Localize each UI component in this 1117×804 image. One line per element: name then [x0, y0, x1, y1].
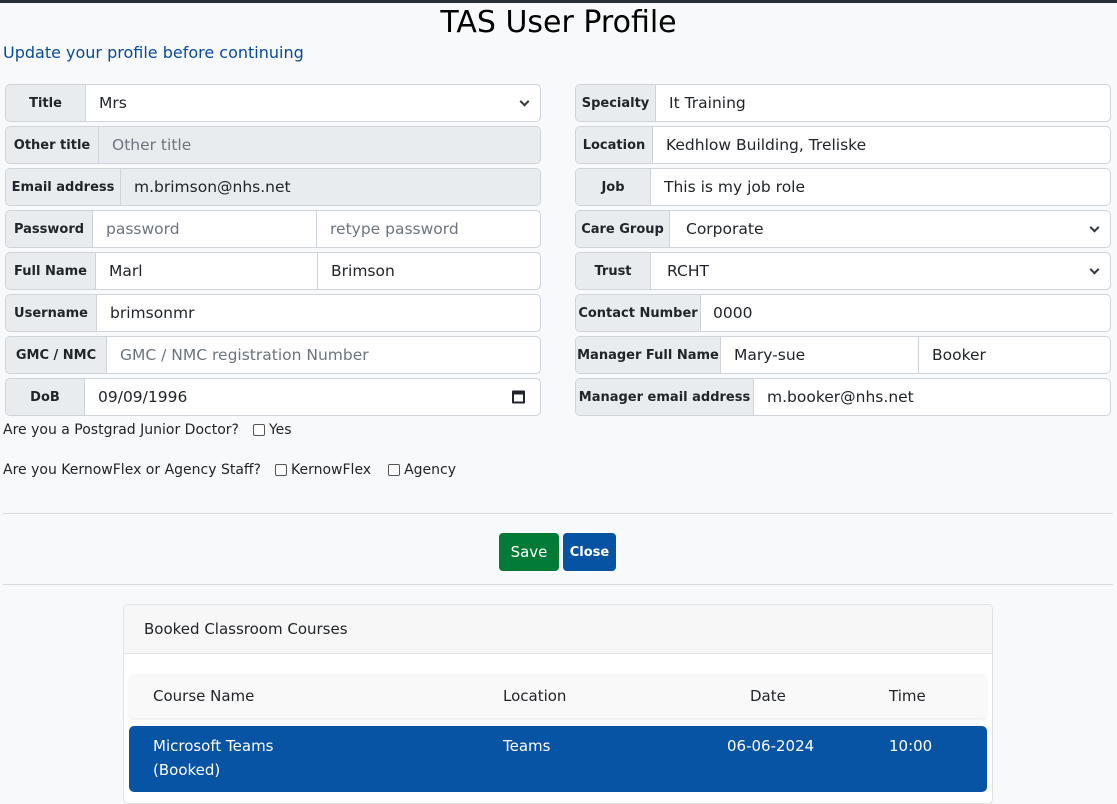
- other-title-label: Other title: [6, 127, 99, 163]
- retype-password-input[interactable]: retype password: [316, 211, 540, 247]
- full-name-group: Full Name Marl Brimson: [5, 252, 541, 290]
- agency-checkbox[interactable]: [388, 464, 401, 476]
- profile-form-left: Title Mrs Other title Other title Email …: [5, 84, 541, 420]
- staff-type-question-text: Are you KernowFlex or Agency Staff?: [3, 462, 261, 478]
- junior-doctor-yes-checkbox[interactable]: [252, 424, 265, 436]
- dob-label: DoB: [6, 379, 85, 415]
- junior-doctor-question-text: Are you a Postgrad Junior Doctor?: [3, 422, 239, 438]
- dob-input[interactable]: 09/09/1996: [85, 379, 540, 415]
- trust-select[interactable]: RCHT: [651, 253, 1110, 289]
- specialty-input[interactable]: It Training: [656, 85, 1110, 121]
- last-name-input[interactable]: Brimson: [317, 253, 540, 289]
- manager-first-name-input[interactable]: Mary-sue: [721, 337, 918, 373]
- full-name-label: Full Name: [6, 253, 96, 289]
- password-group: Password password retype password: [5, 210, 541, 248]
- page-title: TAS User Profile: [440, 5, 677, 40]
- title-group: Title Mrs: [5, 84, 541, 122]
- column-date: Date: [750, 687, 786, 705]
- other-title-input[interactable]: Other title: [99, 127, 540, 163]
- calendar-icon[interactable]: [512, 390, 525, 404]
- location-group: Location Kedhlow Building, Treliske: [575, 126, 1111, 164]
- job-input[interactable]: This is my job role: [651, 169, 1110, 205]
- chevron-down-icon: [1089, 222, 1100, 233]
- trust-label: Trust: [576, 253, 651, 289]
- agency-label: Agency: [404, 462, 457, 478]
- profile-form-right: Specialty It Training Location Kedhlow B…: [575, 84, 1111, 420]
- junior-doctor-yes-option[interactable]: Yes: [252, 422, 292, 438]
- agency-option[interactable]: Agency: [388, 462, 456, 478]
- course-location: Teams: [503, 737, 551, 755]
- divider-top: [3, 513, 1113, 514]
- course-date: 06-06-2024: [727, 737, 815, 755]
- staff-type-question: Are you KernowFlex or Agency Staff? Kern…: [3, 462, 456, 478]
- column-course-name: Course Name: [153, 687, 255, 705]
- username-label: Username: [6, 295, 97, 331]
- kernowflex-option[interactable]: KernowFlex: [275, 462, 371, 478]
- location-input[interactable]: Kedhlow Building, Treliske: [653, 127, 1110, 163]
- specialty-label: Specialty: [576, 85, 656, 121]
- trust-value: RCHT: [667, 262, 709, 280]
- trust-group: Trust RCHT: [575, 252, 1111, 290]
- title-value: Mrs: [99, 94, 127, 112]
- care-group-label: Care Group: [576, 211, 670, 247]
- manager-email-input[interactable]: m.booker@nhs.net: [754, 379, 1110, 415]
- job-group: Job This is my job role: [575, 168, 1111, 206]
- junior-doctor-question: Are you a Postgrad Junior Doctor? Yes: [3, 422, 292, 438]
- manager-name-label: Manager Full Name: [576, 337, 721, 373]
- manager-name-group: Manager Full Name Mary-sue Booker: [575, 336, 1111, 374]
- care-group-value: Corporate: [686, 220, 764, 238]
- chevron-down-icon: [1089, 264, 1100, 275]
- manager-last-name-input[interactable]: Booker: [918, 337, 1110, 373]
- form-actions: Save Close: [499, 533, 616, 571]
- password-input[interactable]: password: [93, 211, 316, 247]
- dob-value: 09/09/1996: [98, 388, 188, 406]
- password-label: Password: [6, 211, 93, 247]
- page-subtitle: Update your profile before continuing: [3, 43, 304, 62]
- course-name-cell: Microsoft Teams (Booked): [153, 734, 274, 782]
- care-group-select[interactable]: Corporate: [670, 211, 1110, 247]
- manager-email-group: Manager email address m.booker@nhs.net: [575, 378, 1111, 416]
- course-status: (Booked): [153, 761, 221, 779]
- contact-group: Contact Number 0000: [575, 294, 1111, 332]
- divider-bottom: [3, 584, 1113, 585]
- gmc-label: GMC / NMC: [6, 337, 107, 373]
- username-group: Username brimsonmr: [5, 294, 541, 332]
- manager-email-label: Manager email address: [576, 379, 754, 415]
- close-button[interactable]: Close: [563, 533, 616, 571]
- save-button[interactable]: Save: [499, 533, 559, 571]
- specialty-group: Specialty It Training: [575, 84, 1111, 122]
- course-time: 10:00: [889, 737, 933, 755]
- username-input[interactable]: brimsonmr: [97, 295, 540, 331]
- table-row[interactable]: Microsoft Teams (Booked) Teams 06-06-202…: [129, 726, 987, 792]
- care-group-group: Care Group Corporate: [575, 210, 1111, 248]
- dob-group: DoB 09/09/1996: [5, 378, 541, 416]
- junior-doctor-yes-label: Yes: [268, 422, 292, 438]
- contact-input[interactable]: 0000: [701, 295, 1110, 331]
- email-label: Email address: [6, 169, 121, 205]
- title-label: Title: [6, 85, 86, 121]
- column-location: Location: [503, 687, 567, 705]
- booked-courses-title: Booked Classroom Courses: [124, 605, 992, 654]
- courses-table-header: Course Name Location Date Time: [129, 674, 987, 718]
- email-group: Email address m.brimson@nhs.net: [5, 168, 541, 206]
- other-title-group: Other title Other title: [5, 126, 541, 164]
- location-label: Location: [576, 127, 653, 163]
- kernowflex-label: KernowFlex: [291, 462, 372, 478]
- gmc-group: GMC / NMC GMC / NMC registration Number: [5, 336, 541, 374]
- kernowflex-checkbox[interactable]: [275, 464, 287, 476]
- job-label: Job: [576, 169, 651, 205]
- chevron-down-icon: [519, 96, 530, 107]
- email-input[interactable]: m.brimson@nhs.net: [121, 169, 540, 205]
- course-name: Microsoft Teams: [153, 737, 274, 755]
- first-name-input[interactable]: Marl: [96, 253, 317, 289]
- gmc-input[interactable]: GMC / NMC registration Number: [107, 337, 540, 373]
- column-time: Time: [889, 687, 926, 705]
- title-select[interactable]: Mrs: [86, 85, 540, 121]
- contact-label: Contact Number: [576, 295, 701, 331]
- booked-courses-card: Booked Classroom Courses Course Name Loc…: [123, 604, 993, 804]
